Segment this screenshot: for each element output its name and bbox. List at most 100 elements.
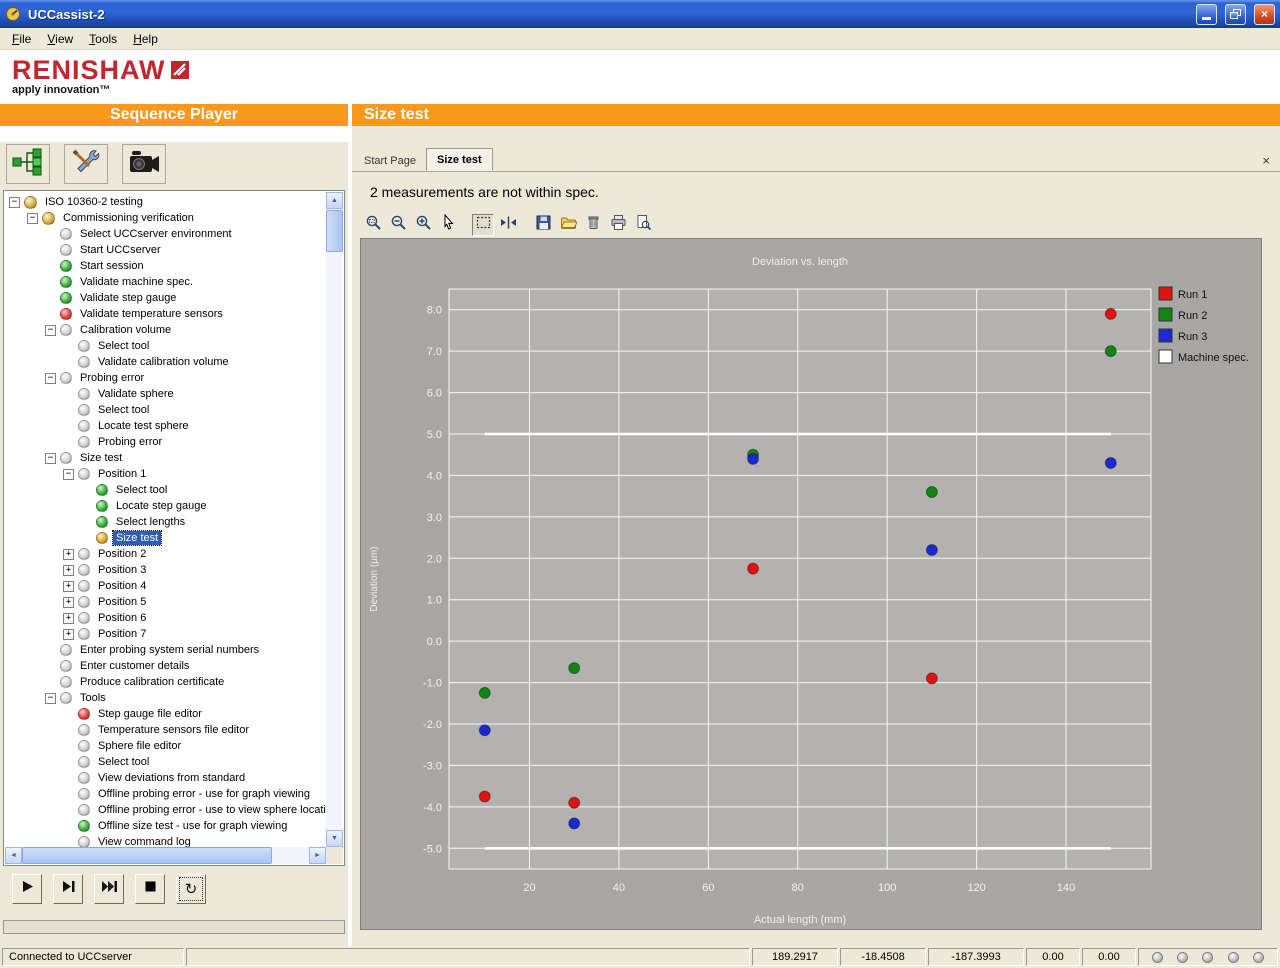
tree-item[interactable]: Validate sphere [5,386,326,402]
open-button[interactable] [557,214,579,236]
tree-item-label[interactable]: Calibration volume [77,323,174,337]
tree-item-label[interactable]: ISO 10360-2 testing [42,195,146,209]
expand-icon[interactable]: + [63,565,74,576]
tree-item[interactable]: +Position 6 [5,610,326,626]
deviation-chart[interactable]: 8.07.06.05.04.03.02.01.00.0-1.0-2.0-3.0-… [360,238,1262,930]
horizontal-scroll-thumb[interactable] [22,847,272,864]
tree-item-label[interactable]: Enter probing system serial numbers [77,643,262,657]
tree-item-label[interactable]: Offline probing error - use to view sphe… [95,803,326,817]
tree-item-label[interactable]: Select UCCserver environment [77,227,235,241]
tree-item[interactable]: Select tool [5,338,326,354]
close-tab-button[interactable]: × [1262,155,1270,167]
tree-item-label[interactable]: Tools [77,691,109,705]
loop-button[interactable]: ↻ [176,874,206,904]
scroll-down-icon[interactable]: ▼ [326,830,343,847]
tree-item-label[interactable]: Position 5 [95,595,149,609]
tree-item-label[interactable]: Sphere file editor [95,739,184,753]
collapse-icon[interactable]: − [45,453,56,464]
tree-item[interactable]: Enter probing system serial numbers [5,642,326,658]
tools-button[interactable] [64,144,108,184]
tree-item[interactable]: Select tool [5,754,326,770]
tree-item[interactable]: −Probing error [5,370,326,386]
play-button[interactable] [12,874,42,904]
mirror-button[interactable] [497,214,519,236]
tree-item[interactable]: Size test [5,530,326,546]
minimize-button[interactable] [1196,4,1217,25]
scroll-up-icon[interactable]: ▲ [326,192,343,209]
tree-item[interactable]: Start UCCserver [5,242,326,258]
horizontal-scrollbar[interactable]: ◄ ► [5,847,326,864]
tree-item[interactable]: + Position 2 [5,546,326,562]
tree-item-label[interactable]: Commissioning verification [60,211,197,225]
delete-button[interactable] [582,214,604,236]
collapse-icon[interactable]: − [45,693,56,704]
sequence-editor-button[interactable] [6,144,50,184]
tree-item-label[interactable]: Locate step gauge [113,499,210,513]
expand-icon[interactable]: + [63,597,74,608]
scroll-left-icon[interactable]: ◄ [5,847,22,864]
tree-item-label[interactable]: Step gauge file editor [95,707,205,721]
tree-item[interactable]: − Tools [5,690,326,706]
tree-item-label[interactable]: Size test [77,451,125,465]
tree-item[interactable]: Offline probing error - use for graph vi… [5,786,326,802]
tree-item-label[interactable]: Start UCCserver [77,243,164,257]
collapse-icon[interactable]: − [45,373,56,384]
tree-item-label[interactable]: Position 3 [95,563,149,577]
vertical-scrollbar[interactable]: ▲ ▼ [326,192,343,847]
tree-item-label[interactable]: Select tool [113,483,170,497]
tree-item[interactable]: Select tool [5,402,326,418]
tree-item[interactable]: View command log [5,834,326,847]
print-button[interactable] [607,214,629,236]
tree-item[interactable]: Produce calibration certificate [5,674,326,690]
tree-item[interactable]: + Position 3 [5,562,326,578]
select-region-button[interactable] [472,214,494,236]
tree-item-label[interactable]: Start session [77,259,147,273]
expand-icon[interactable]: + [63,581,74,592]
tree-item-label[interactable]: Enter customer details [77,659,192,673]
tree-item[interactable]: Select UCCserver environment [5,226,326,242]
tree-item[interactable]: Validate temperature sensors [5,306,326,322]
skip-to-end-button[interactable] [94,874,124,904]
tree-item-label[interactable]: View deviations from standard [95,771,248,785]
tree-item[interactable]: Probing error [5,434,326,450]
zoom-window-button[interactable] [362,214,384,236]
restore-button[interactable] [1225,4,1246,25]
tree-item-label[interactable]: Validate sphere [95,387,177,401]
tree-item[interactable]: Validate step gauge [5,290,326,306]
collapse-icon[interactable]: − [9,197,20,208]
expand-icon[interactable]: + [63,549,74,560]
tree-item-label[interactable]: Offline size test - use for graph viewin… [95,819,290,833]
print-preview-button[interactable] [632,214,654,236]
tree-item[interactable]: Select lengths [5,514,326,530]
tree-item[interactable]: Start session [5,258,326,274]
tree-item-label[interactable]: Offline probing error - use for graph vi… [95,787,313,801]
tree-item-label[interactable]: Validate step gauge [77,291,179,305]
tree-item[interactable]: Sphere file editor [5,738,326,754]
expand-icon[interactable]: + [63,629,74,640]
tree-item[interactable]: − Size test [5,450,326,466]
tree-item-label[interactable]: Position 1 [95,467,149,481]
tree-item-label[interactable]: Select lengths [113,515,188,529]
tree-item[interactable]: Locate step gauge [5,498,326,514]
tab-size-test[interactable]: Size test [426,148,493,171]
tree-item[interactable]: Temperature sensors file editor [5,722,326,738]
tree-item[interactable]: − Commissioning verification [5,210,326,226]
collapse-icon[interactable]: − [27,213,38,224]
menu-file[interactable]: File [4,29,39,49]
tree-item-label[interactable]: Select tool [95,403,152,417]
tree-item[interactable]: Enter customer details [5,658,326,674]
save-button[interactable] [532,214,554,236]
tree-item-label[interactable]: Validate machine spec. [77,275,196,289]
tree-item[interactable]: + Position 5 [5,594,326,610]
tree-item[interactable]: − ISO 10360-2 testing [5,194,326,210]
stop-button[interactable] [135,874,165,904]
tree-item[interactable]: −Position 1 [5,466,326,482]
tree-item-label[interactable]: Locate test sphere [95,419,192,433]
tree-item-label[interactable]: Size test [113,531,161,545]
tree-item-label[interactable]: Position 2 [95,547,149,561]
zoom-out-button[interactable] [387,214,409,236]
pointer-button[interactable] [437,214,459,236]
zoom-in-button[interactable] [412,214,434,236]
tree-item[interactable]: Validate calibration volume [5,354,326,370]
tree-item-label[interactable]: Position 4 [95,579,149,593]
